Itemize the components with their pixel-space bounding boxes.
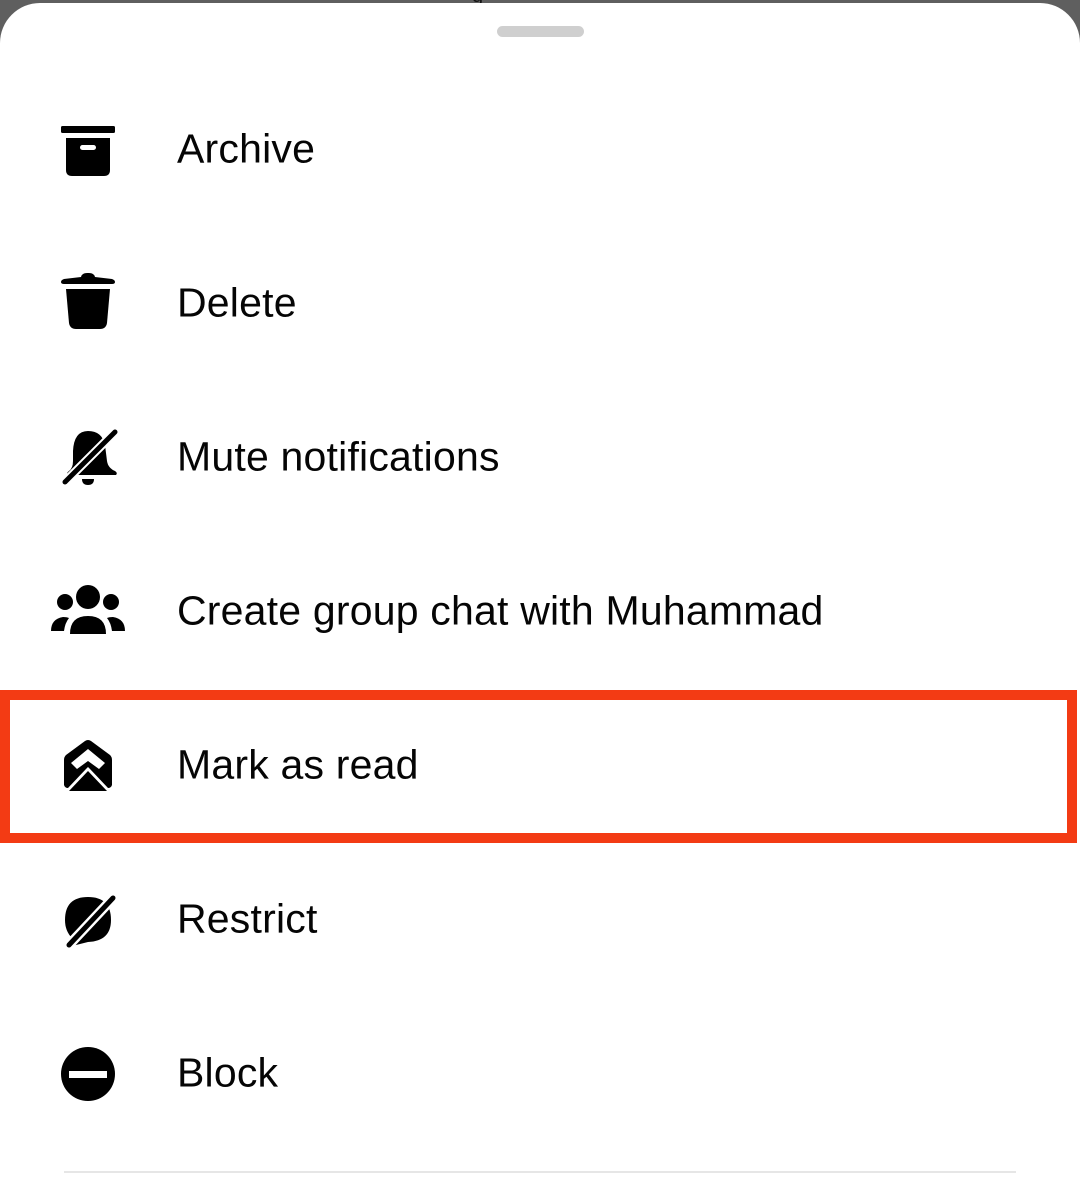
drag-handle[interactable] [497,26,584,37]
menu-item-label: Delete [177,279,297,326]
menu-item-mark-as-read[interactable]: Mark as read [0,688,1080,842]
menu-item-label: Mark as read [177,741,419,788]
trash-icon [44,259,132,347]
menu-item-restrict[interactable]: Restrict [0,842,1080,996]
menu-item-label: Create group chat with Muhammad [177,587,824,634]
block-icon [44,1029,132,1117]
bottom-sheet: Archive Delete Mute notifications Create… [0,3,1080,1203]
envelope-open-icon [44,721,132,809]
restrict-icon [44,875,132,963]
group-icon [44,567,132,655]
menu-item-label: Mute notifications [177,433,500,480]
menu-item-delete[interactable]: Delete [0,226,1080,380]
bottom-divider [64,1171,1016,1173]
menu-item-block[interactable]: Block [0,996,1080,1150]
bell-off-icon [44,413,132,501]
conversation-options-menu: Archive Delete Mute notifications Create… [0,72,1080,1150]
menu-item-label: Restrict [177,895,318,942]
menu-item-mute-notifications[interactable]: Mute notifications [0,380,1080,534]
menu-item-archive[interactable]: Archive [0,72,1080,226]
archive-icon [44,105,132,193]
menu-item-create-group-chat[interactable]: Create group chat with Muhammad [0,534,1080,688]
menu-item-label: Block [177,1049,279,1096]
menu-item-label: Archive [177,125,316,172]
